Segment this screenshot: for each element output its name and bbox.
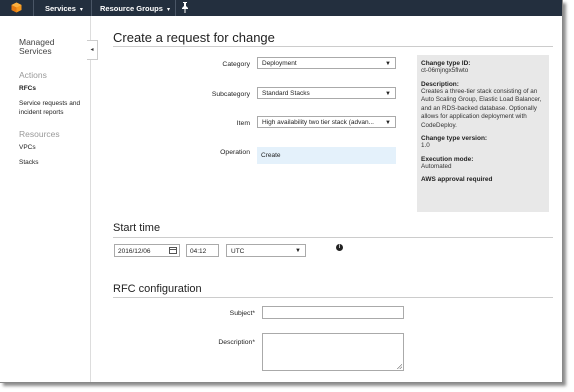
divider: [113, 297, 553, 298]
subject-label: Subject*: [229, 310, 255, 317]
time-input[interactable]: 04:12: [186, 244, 219, 257]
chevron-left-icon: ◂: [90, 47, 94, 53]
divider: [113, 46, 553, 47]
change-type-id-value: ct-06mjngx5flwto: [421, 67, 469, 74]
category-select[interactable]: Deployment ▼: [257, 57, 396, 69]
description-value: Creates a three-tier stack consisting of…: [421, 87, 542, 129]
sidebar: Managed Services Actions RFCs Service re…: [0, 16, 91, 382]
timezone-value: UTC: [231, 248, 245, 255]
category-value: Deployment: [262, 60, 297, 67]
page-title: Create a request for change: [113, 30, 275, 45]
change-type-info-panel: Change type ID: ct-06mjngx5flwto Descrip…: [417, 55, 549, 212]
subcategory-label: Subcategory: [211, 91, 250, 98]
sidebar-heading-actions: Actions: [19, 70, 47, 80]
chevron-down-icon: ▾: [79, 7, 83, 13]
divider: [91, 0, 92, 16]
window-frame: Services ▾ Resource Groups ▾ Managed Servi…: [0, 0, 563, 383]
services-menu[interactable]: Services ▾: [45, 4, 83, 13]
timezone-select[interactable]: UTC ▼: [226, 244, 306, 257]
aws-cube-icon[interactable]: [11, 2, 22, 13]
resource-groups-label: Resource Groups: [100, 4, 163, 13]
approval-note: AWS approval required: [421, 176, 493, 183]
description-label: Description:: [421, 80, 459, 88]
caret-down-icon: ▼: [385, 91, 391, 97]
description-textarea[interactable]: [262, 333, 404, 371]
description-field-label: Description*: [218, 339, 255, 346]
sidebar-item-vpcs[interactable]: VPCs: [19, 143, 89, 152]
sidebar-heading-resources: Resources: [19, 129, 60, 139]
divider: [33, 0, 34, 16]
sidebar-item-rfcs[interactable]: RFCs: [19, 84, 89, 93]
change-type-id-label: Change type ID:: [421, 60, 471, 67]
time-value: 04:12: [190, 248, 207, 255]
subcategory-value: Standard Stacks: [262, 90, 310, 97]
caret-down-icon: ▼: [385, 61, 391, 67]
item-value: High availability two tier stack (advan.…: [262, 119, 374, 126]
version-label: Change type version:: [421, 135, 488, 142]
subject-input[interactable]: [262, 306, 404, 319]
collapse-sidebar-button[interactable]: ◂: [87, 40, 98, 60]
execution-mode-label: Execution mode:: [421, 155, 474, 163]
date-input[interactable]: 2016/12/06: [114, 244, 180, 257]
divider: [175, 0, 176, 16]
info-icon[interactable]: i: [336, 244, 343, 251]
services-label: Services: [45, 4, 76, 13]
operation-field[interactable]: Create: [257, 147, 396, 164]
item-label: Item: [236, 120, 250, 127]
divider: [113, 237, 553, 238]
item-select[interactable]: High availability two tier stack (advan.…: [257, 116, 396, 128]
version-value: 1.0: [421, 142, 430, 149]
calendar-icon[interactable]: [169, 247, 177, 254]
pin-icon[interactable]: [181, 2, 189, 13]
execution-mode-value: Automated: [421, 162, 452, 170]
sidebar-title: Managed Services: [19, 37, 55, 56]
top-nav-bar: Services ▾ Resource Groups ▾: [0, 0, 562, 16]
caret-down-icon: ▼: [295, 248, 301, 254]
category-label: Category: [222, 61, 250, 68]
sidebar-item-service-requests[interactable]: Service requests and incident reports: [19, 99, 89, 117]
caret-down-icon: ▼: [385, 120, 391, 126]
operation-label: Operation: [220, 149, 250, 156]
date-value: 2016/12/06: [118, 248, 151, 255]
subcategory-select[interactable]: Standard Stacks ▼: [257, 87, 396, 99]
resize-handle-icon[interactable]: [397, 364, 402, 369]
resource-groups-menu[interactable]: Resource Groups ▾: [100, 4, 170, 13]
start-time-title: Start time: [113, 222, 161, 234]
rfc-configuration-title: RFC configuration: [113, 283, 202, 295]
chevron-down-icon: ▾: [166, 7, 170, 13]
sidebar-item-stacks[interactable]: Stacks: [19, 158, 89, 167]
